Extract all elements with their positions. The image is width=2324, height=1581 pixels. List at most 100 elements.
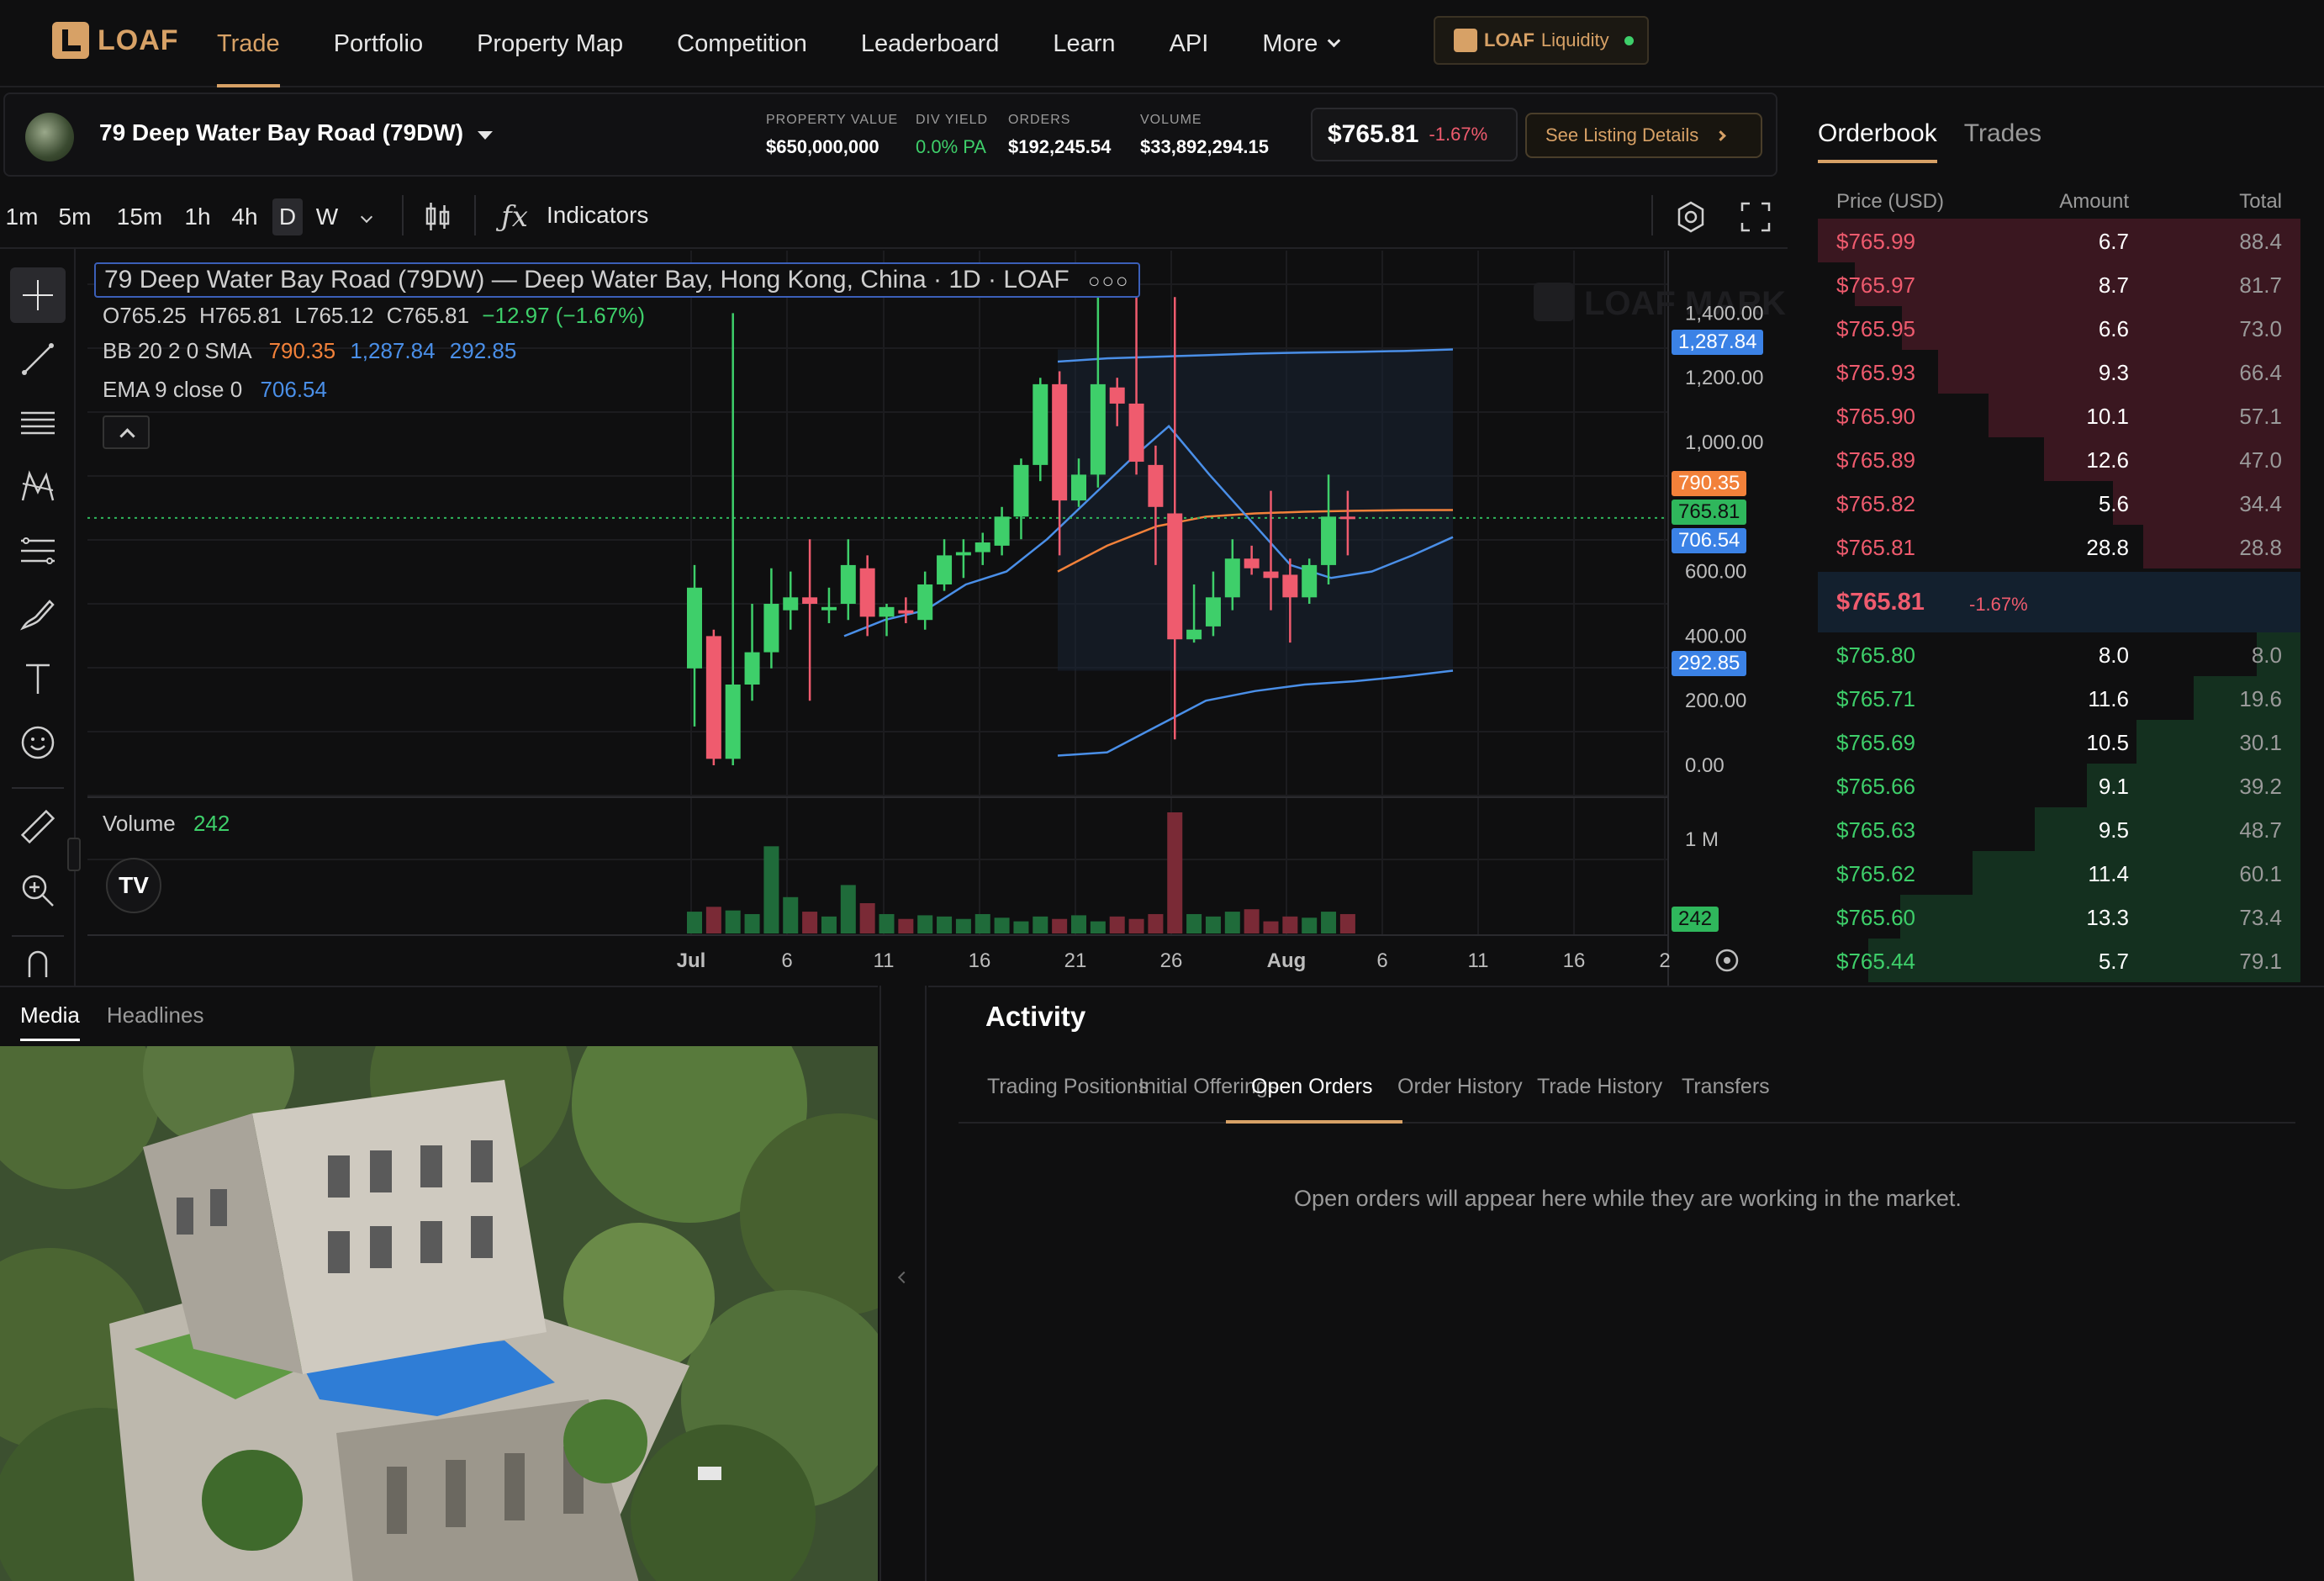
price-chart[interactable]: LOAF MARKETS1,400.001,200.001,000.00600.… xyxy=(87,251,1788,986)
bid-amount: 11.4 xyxy=(2088,861,2129,886)
zoom-in-icon[interactable] xyxy=(10,863,66,918)
bb-legend[interactable]: BB 20 2 0 SMA 790.35 1,287.84 292.85 xyxy=(103,338,516,364)
tab-trades[interactable]: Trades xyxy=(1964,119,2041,163)
nav-trade[interactable]: Trade xyxy=(217,0,280,87)
nav-more[interactable]: More xyxy=(1262,0,1341,87)
ask-row[interactable]: $765.95 6.6 73.0 xyxy=(1818,306,2300,350)
tab-trading-positions[interactable]: Trading Positions xyxy=(987,1075,1149,1116)
timeframe-1m[interactable]: 1m xyxy=(3,198,40,235)
pattern-tool-icon[interactable] xyxy=(10,459,66,515)
property-dropdown-icon[interactable] xyxy=(478,131,493,140)
ruler-icon[interactable] xyxy=(10,799,66,854)
nav-leaderboard[interactable]: Leaderboard xyxy=(861,0,999,87)
settings-gear-icon[interactable] xyxy=(1671,197,1711,237)
bid-row[interactable]: $765.44 5.7 79.1 xyxy=(1818,939,2300,982)
property-photo[interactable] xyxy=(0,1046,878,1581)
ask-row[interactable]: $765.89 12.6 47.0 xyxy=(1818,437,2300,481)
volume-bar xyxy=(1339,913,1355,933)
volume-bar xyxy=(917,915,933,933)
tab-media[interactable]: Media xyxy=(20,1002,80,1041)
tab-headlines[interactable]: Headlines xyxy=(107,1002,204,1041)
candle-style-icon[interactable] xyxy=(417,197,457,237)
trend-line-icon[interactable] xyxy=(10,331,66,387)
emoji-icon[interactable] xyxy=(10,715,66,770)
ask-row[interactable]: $765.81 28.8 28.8 xyxy=(1818,525,2300,568)
candle-body xyxy=(840,564,856,604)
tradingview-logo-icon[interactable]: TV xyxy=(106,858,161,913)
bid-price: $765.62 xyxy=(1836,861,1915,886)
tab-order-history[interactable]: Order History xyxy=(1397,1075,1523,1116)
legend-collapse-button[interactable] xyxy=(103,415,150,449)
bid-row[interactable]: $765.62 11.4 60.1 xyxy=(1818,851,2300,895)
bid-row[interactable]: $765.71 11.6 19.6 xyxy=(1818,676,2300,720)
timeframe-d[interactable]: D xyxy=(272,198,303,235)
more-dots-icon[interactable]: ○○○ xyxy=(1088,270,1130,293)
volume-legend: Volume 242 xyxy=(103,811,230,837)
property-name[interactable]: 79 Deep Water Bay Road (79DW) xyxy=(99,119,463,146)
volume-bar xyxy=(1282,916,1298,933)
y-tick-label: 200.00 xyxy=(1685,690,1746,712)
bid-row[interactable]: $765.60 13.3 73.4 xyxy=(1818,895,2300,939)
volume-bar xyxy=(840,885,856,933)
tab-trade-history[interactable]: Trade History xyxy=(1537,1075,1662,1116)
chart-symbol-title[interactable]: 79 Deep Water Bay Road (79DW) — Deep Wat… xyxy=(94,262,1140,298)
candle-body xyxy=(1033,383,1048,465)
ask-row[interactable]: $765.90 10.1 57.1 xyxy=(1818,394,2300,437)
crosshair-icon[interactable] xyxy=(10,267,66,323)
ask-row[interactable]: $765.97 8.7 81.7 xyxy=(1818,262,2300,306)
bid-price: $765.63 xyxy=(1836,817,1915,843)
indicators-button[interactable]: Indicators xyxy=(547,202,648,229)
ask-amount: 10.1 xyxy=(2086,404,2129,429)
candle-body xyxy=(687,587,702,669)
tab-transfers[interactable]: Transfers xyxy=(1682,1075,1770,1116)
loaf-liquidity-button[interactable]: LOAF Liquidity xyxy=(1434,16,1649,65)
mid-change: -1.67% xyxy=(1969,594,2028,615)
toolbar-collapse-icon[interactable] xyxy=(67,838,81,871)
liquidity-brand: LOAF xyxy=(1484,29,1534,50)
nav-property-map[interactable]: Property Map xyxy=(477,0,623,87)
timeframe-15m[interactable]: 15m xyxy=(113,198,166,235)
ask-amount: 12.6 xyxy=(2086,447,2129,473)
ask-row[interactable]: $765.82 5.6 34.4 xyxy=(1818,481,2300,525)
bid-row[interactable]: $765.80 8.0 8.0 xyxy=(1818,632,2300,676)
ask-row[interactable]: $765.93 9.3 66.4 xyxy=(1818,350,2300,394)
magnet-icon[interactable] xyxy=(10,947,66,981)
nav-portfolio[interactable]: Portfolio xyxy=(334,0,423,87)
x-tick-label: 26 xyxy=(1160,949,1183,972)
bb-lower-price-tag: 292.85 xyxy=(1672,651,1747,676)
loaf-logo[interactable]: LOAF xyxy=(52,22,179,59)
timeframe-dropdown-icon[interactable] xyxy=(348,197,385,237)
bid-row[interactable]: $765.63 9.5 48.7 xyxy=(1818,807,2300,851)
see-listing-details-button[interactable]: See Listing Details xyxy=(1525,113,1762,158)
fx-indicators-icon[interactable]: ƒx xyxy=(494,197,535,237)
bid-row[interactable]: $765.69 10.5 30.1 xyxy=(1818,720,2300,764)
tab-orderbook[interactable]: Orderbook xyxy=(1818,119,1937,163)
candle-body xyxy=(1128,403,1144,463)
timeframe-1h[interactable]: 1h xyxy=(182,198,214,235)
bid-total: 60.1 xyxy=(2239,861,2282,886)
bid-row[interactable]: $765.66 9.1 39.2 xyxy=(1818,764,2300,807)
tab-open-orders[interactable]: Open Orders xyxy=(1251,1075,1373,1116)
timeframe-5m[interactable]: 5m xyxy=(54,198,96,235)
bb-basis-price-tag: 790.35 xyxy=(1672,471,1747,496)
nav-api[interactable]: API xyxy=(1170,0,1209,87)
timeframe-w[interactable]: W xyxy=(313,198,341,235)
ema-legend[interactable]: EMA 9 close 0 706.54 xyxy=(103,377,327,403)
fib-levels-icon[interactable] xyxy=(10,523,66,579)
bb-lower-line xyxy=(1057,669,1454,757)
property-photo-drawing xyxy=(0,1046,878,1581)
header-total: Total xyxy=(2239,190,2282,213)
logo-text: LOAF xyxy=(98,24,179,56)
candle-body xyxy=(1205,597,1221,627)
timeframe-4h[interactable]: 4h xyxy=(229,198,261,235)
brush-icon[interactable] xyxy=(10,587,66,642)
stat-value: $33,892,294.15 xyxy=(1140,136,1269,157)
panel-resizer[interactable] xyxy=(879,986,927,1581)
nav-competition[interactable]: Competition xyxy=(677,0,807,87)
horizontal-lines-icon[interactable] xyxy=(10,395,66,451)
fullscreen-icon[interactable] xyxy=(1735,197,1776,237)
text-tool-icon[interactable] xyxy=(10,651,66,706)
nav-learn[interactable]: Learn xyxy=(1053,0,1115,87)
ask-row[interactable]: $765.99 6.7 88.4 xyxy=(1818,219,2300,262)
candle-body xyxy=(1282,574,1298,598)
